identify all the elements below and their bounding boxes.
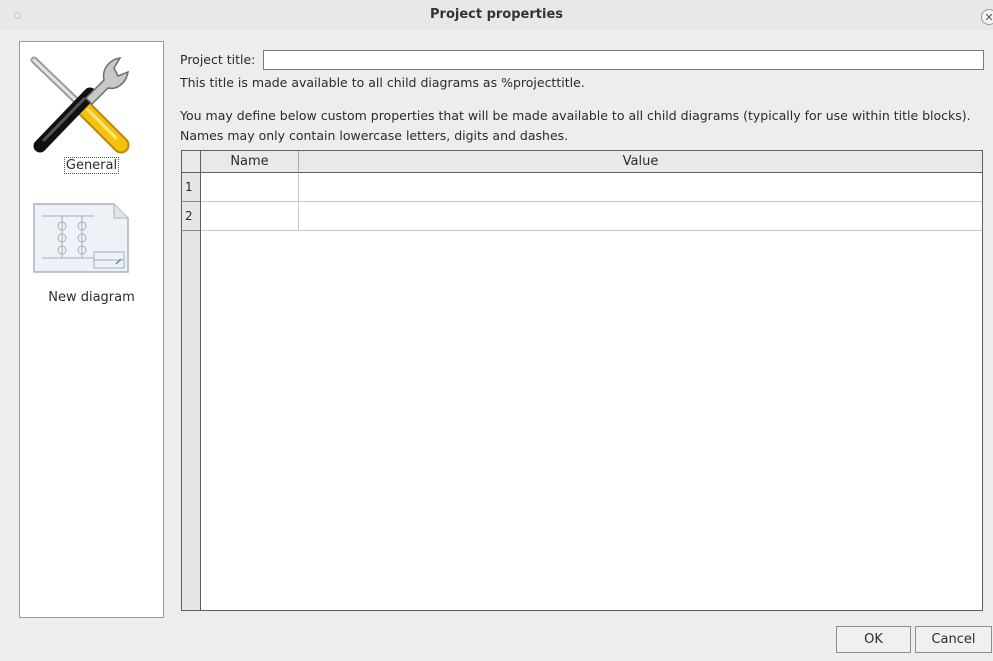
sidebar-item-label: General [63,157,120,174]
help-text-properties: You may define below custom properties t… [180,108,971,123]
table-cell-value[interactable] [299,173,982,202]
diagram-icon [33,203,129,273]
column-header-name[interactable]: Name [201,151,299,173]
table-corner[interactable] [182,151,201,173]
sidebar-item-new-diagram[interactable]: New diagram [20,202,163,312]
sidebar-item-label: New diagram [48,290,135,305]
sidebar-item-general[interactable]: General [20,50,163,180]
row-number[interactable]: 1 [182,173,200,202]
close-icon[interactable]: ✕ [981,9,993,25]
tools-icon [30,56,130,154]
project-title-input[interactable] [263,50,984,70]
row-number[interactable]: 2 [182,202,200,231]
column-header-value[interactable]: Value [299,151,982,173]
table-cell-name[interactable] [201,173,299,202]
window-titlebar: Project properties ✕ [0,0,993,30]
window-title: Project properties [430,7,563,22]
table-cell-value[interactable] [299,202,982,231]
cancel-button[interactable]: Cancel [915,626,992,653]
help-text-title: This title is made available to all chil… [180,75,585,90]
properties-table: Name Value 1 2 [181,150,983,611]
help-text-names: Names may only contain lowercase letters… [180,128,569,143]
table-cell-name[interactable] [201,202,299,231]
ok-button[interactable]: OK [836,626,911,653]
sidebar: General New diagram [19,41,164,618]
project-title-label: Project title: [180,52,256,67]
